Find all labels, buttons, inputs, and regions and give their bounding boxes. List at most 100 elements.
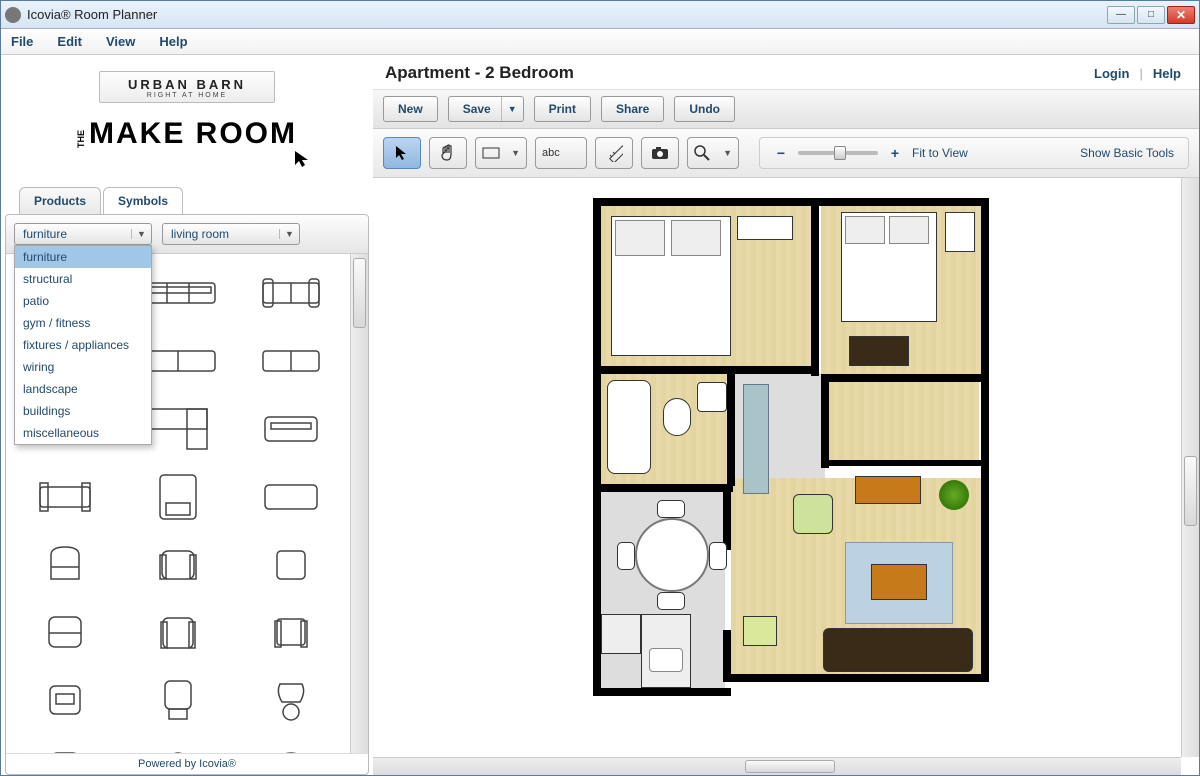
dining-chair[interactable] bbox=[617, 542, 635, 570]
canvas-horizontal-scrollbar[interactable] bbox=[373, 757, 1181, 775]
category-dropdown[interactable]: furniture ▼ bbox=[14, 223, 152, 245]
category-option[interactable]: furniture bbox=[15, 246, 151, 268]
login-link[interactable]: Login bbox=[1094, 66, 1129, 81]
scrollbar-thumb[interactable] bbox=[1184, 456, 1197, 526]
snapshot-tool[interactable] bbox=[641, 137, 679, 169]
symbol-armchair[interactable] bbox=[12, 670, 119, 732]
symbol-armchair[interactable] bbox=[12, 534, 119, 596]
symbol-side-table[interactable] bbox=[237, 738, 344, 753]
nightstand[interactable] bbox=[945, 212, 975, 252]
maximize-button[interactable]: □ bbox=[1137, 6, 1165, 24]
zoom-out-button[interactable]: − bbox=[774, 145, 788, 161]
chevron-down-icon[interactable]: ▼ bbox=[501, 97, 523, 121]
menu-view[interactable]: View bbox=[106, 34, 135, 49]
symbol-recliner[interactable] bbox=[125, 670, 232, 732]
measure-tool[interactable] bbox=[595, 137, 633, 169]
stove[interactable] bbox=[601, 614, 641, 654]
category-option[interactable]: gym / fitness bbox=[15, 312, 151, 334]
symbol-stool[interactable] bbox=[125, 738, 232, 753]
scrollbar-thumb[interactable] bbox=[745, 760, 835, 773]
dining-chair[interactable] bbox=[709, 542, 727, 570]
symbol-loveseat[interactable] bbox=[237, 330, 344, 392]
symbol-loveseat[interactable] bbox=[237, 262, 344, 324]
menu-help[interactable]: Help bbox=[159, 34, 187, 49]
floorplan[interactable] bbox=[593, 198, 993, 708]
armchair[interactable] bbox=[793, 494, 833, 534]
dining-table[interactable] bbox=[635, 518, 709, 592]
category-value: furniture bbox=[15, 227, 131, 241]
zoom-slider-thumb[interactable] bbox=[834, 146, 846, 160]
toilet[interactable] bbox=[663, 398, 691, 436]
category-option[interactable]: miscellaneous bbox=[15, 422, 151, 444]
symbols-scrollbar[interactable] bbox=[350, 254, 368, 753]
zoom-tool[interactable]: ▼ bbox=[687, 137, 739, 169]
pillow[interactable] bbox=[615, 220, 665, 256]
plant[interactable] bbox=[939, 480, 969, 510]
zoom-controls: − + Fit to View Show Basic Tools bbox=[759, 137, 1189, 169]
subcategory-dropdown[interactable]: living room ▼ bbox=[162, 223, 300, 245]
tab-products[interactable]: Products bbox=[19, 187, 101, 214]
coffee-table[interactable] bbox=[871, 564, 927, 600]
help-link[interactable]: Help bbox=[1153, 66, 1181, 81]
menu-edit[interactable]: Edit bbox=[57, 34, 82, 49]
undo-button[interactable]: Undo bbox=[674, 96, 735, 122]
symbol-armchair[interactable] bbox=[12, 738, 119, 753]
app-menubar: File Edit View Help bbox=[1, 29, 1199, 55]
pillow[interactable] bbox=[671, 220, 721, 256]
symbol-swivel-chair[interactable] bbox=[237, 670, 344, 732]
dining-chair[interactable] bbox=[657, 592, 685, 610]
symbol-armchair[interactable] bbox=[125, 534, 232, 596]
tab-symbols[interactable]: Symbols bbox=[103, 187, 183, 214]
closet[interactable] bbox=[829, 382, 979, 462]
text-tool[interactable]: abc bbox=[535, 137, 587, 169]
symbol-armchair[interactable] bbox=[12, 602, 119, 664]
urban-barn-logo: URBAN BARN RIGHT AT HOME bbox=[99, 71, 275, 103]
symbol-armchair[interactable] bbox=[237, 534, 344, 596]
category-option[interactable]: wiring bbox=[15, 356, 151, 378]
symbol-loveseat[interactable] bbox=[237, 398, 344, 460]
category-option[interactable]: structural bbox=[15, 268, 151, 290]
pillow[interactable] bbox=[889, 216, 929, 244]
close-button[interactable]: ✕ bbox=[1167, 6, 1195, 24]
symbol-armchair[interactable] bbox=[237, 602, 344, 664]
pan-tool[interactable] bbox=[429, 137, 467, 169]
canvas-vertical-scrollbar[interactable] bbox=[1181, 178, 1199, 757]
sofa[interactable] bbox=[823, 628, 973, 672]
runner-rug[interactable] bbox=[743, 384, 769, 494]
scrollbar-thumb[interactable] bbox=[353, 258, 366, 328]
kitchen-sink[interactable] bbox=[649, 648, 683, 672]
pointer-tool[interactable] bbox=[383, 137, 421, 169]
print-button[interactable]: Print bbox=[534, 96, 591, 122]
save-button[interactable]: Save▼ bbox=[448, 96, 524, 122]
category-option[interactable]: buildings bbox=[15, 400, 151, 422]
minimize-button[interactable]: — bbox=[1107, 6, 1135, 24]
zoom-slider[interactable] bbox=[798, 151, 878, 155]
dining-chair[interactable] bbox=[657, 500, 685, 518]
symbol-loveseat[interactable] bbox=[237, 466, 344, 528]
category-option[interactable]: fixtures / appliances bbox=[15, 334, 151, 356]
ottoman[interactable] bbox=[743, 616, 777, 646]
category-option[interactable]: patio bbox=[15, 290, 151, 312]
symbol-loveseat[interactable] bbox=[12, 466, 119, 528]
console-table[interactable] bbox=[855, 476, 921, 504]
shape-tool[interactable]: ▼ bbox=[475, 137, 527, 169]
symbol-chaise[interactable] bbox=[125, 466, 232, 528]
sink[interactable] bbox=[697, 382, 727, 412]
category-option[interactable]: landscape bbox=[15, 378, 151, 400]
zoom-in-button[interactable]: + bbox=[888, 145, 902, 161]
fit-to-view-button[interactable]: Fit to View bbox=[912, 146, 968, 160]
menu-file[interactable]: File bbox=[11, 34, 33, 49]
canvas[interactable] bbox=[373, 178, 1199, 775]
logo-the: THE bbox=[77, 130, 86, 148]
urban-barn-tagline: RIGHT AT HOME bbox=[128, 92, 246, 99]
chevron-down-icon: ▼ bbox=[511, 148, 520, 158]
pillow[interactable] bbox=[845, 216, 885, 244]
nightstand[interactable] bbox=[737, 216, 793, 240]
share-button[interactable]: Share bbox=[601, 96, 664, 122]
camera-icon bbox=[651, 146, 669, 160]
new-button[interactable]: New bbox=[383, 96, 438, 122]
dresser[interactable] bbox=[849, 336, 909, 366]
symbol-armchair[interactable] bbox=[125, 602, 232, 664]
show-basic-tools-link[interactable]: Show Basic Tools bbox=[1080, 146, 1174, 160]
bathtub[interactable] bbox=[607, 380, 651, 474]
